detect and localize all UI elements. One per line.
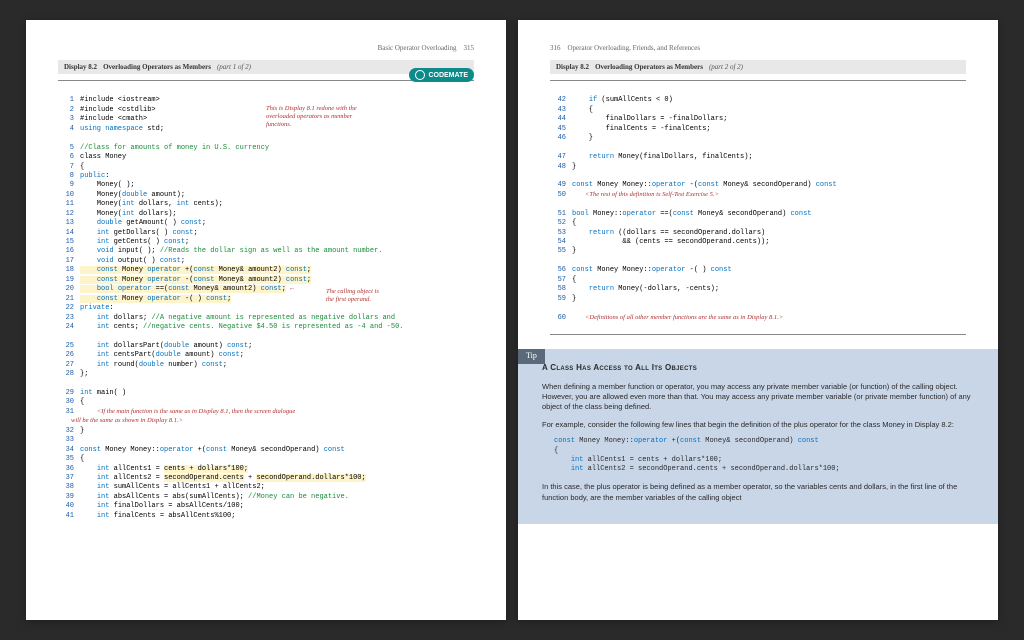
rule-r2 xyxy=(550,334,966,335)
page-left: Basic Operator Overloading 315 CODEMATE … xyxy=(26,20,506,620)
book-spread: Basic Operator Overloading 315 CODEMATE … xyxy=(0,0,1024,640)
codemate-badge: CODEMATE xyxy=(409,68,474,82)
hdr-title-r: Operator Overloading, Friends, and Refer… xyxy=(568,44,701,52)
rule-r xyxy=(550,80,966,81)
code-left: 1#include <iostream> 2#include <cstdlib>… xyxy=(58,87,474,531)
code-right: 42 if (sumAllCents < 0) 43 { 44 finalDol… xyxy=(550,87,966,332)
display-bar-r: Display 8.2 Overloading Operators as Mem… xyxy=(550,60,966,74)
display-label-l: Display 8.2 xyxy=(64,63,97,71)
hdr-title-l: Basic Operator Overloading xyxy=(378,44,457,52)
display-label-r: Display 8.2 xyxy=(556,63,589,71)
display-title-r: Overloading Operators as Members xyxy=(595,63,703,71)
tip-p3: In this case, the plus operator is being… xyxy=(542,482,978,502)
hdr-pg-l: 315 xyxy=(464,44,475,52)
display-part-l: (part 1 of 2) xyxy=(217,63,251,71)
tip-tab: Tip xyxy=(518,349,545,364)
hdr-pg-r: 316 xyxy=(550,44,561,52)
header-right: 316 Operator Overloading, Friends, and R… xyxy=(550,44,966,52)
tip-box: Tip A Class Has Access to All Its Object… xyxy=(518,349,998,524)
page-right: 316 Operator Overloading, Friends, and R… xyxy=(518,20,998,620)
display-title-l: Overloading Operators as Members xyxy=(103,63,211,71)
tip-p2: For example, consider the following few … xyxy=(542,420,978,430)
tip-heading: A Class Has Access to All Its Objects xyxy=(542,363,978,374)
header-left: Basic Operator Overloading 315 xyxy=(58,44,474,52)
tip-code: const Money Money::operator +(const Mone… xyxy=(554,437,978,475)
note-main: <If the main function is the same as in … xyxy=(58,408,295,424)
tip-p1: When defining a member function or opera… xyxy=(542,382,978,412)
display-part-r: (part 2 of 2) xyxy=(709,63,743,71)
